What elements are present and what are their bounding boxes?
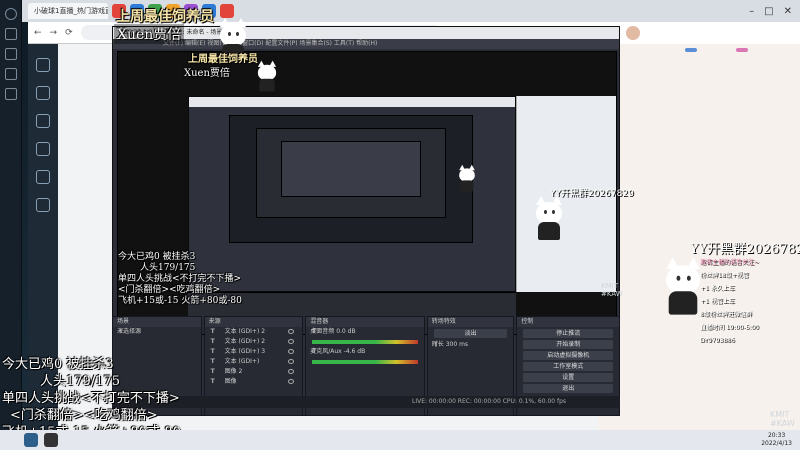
system-clock[interactable]: 20:33 2022/4/13 xyxy=(761,432,792,448)
app-logo-icon[interactable] xyxy=(5,8,17,20)
audio-meter-desktop xyxy=(312,340,418,344)
yy-group-nested: YY开黑群20267829 xyxy=(550,189,634,199)
close-icon[interactable]: ✕ xyxy=(784,6,792,17)
audio-meter-mic xyxy=(312,360,418,364)
window-icon[interactable] xyxy=(5,48,17,60)
watermark: KMIT #KAW xyxy=(770,410,795,428)
stat-line: 人头179/175 xyxy=(40,374,121,389)
start-icon[interactable] xyxy=(24,433,38,447)
stat-line: 今大已鸡0 被挂杀3 xyxy=(118,252,196,262)
nav-home-icon[interactable] xyxy=(36,58,50,72)
transition-header: 转场特效 xyxy=(427,317,514,327)
yy-group: YY开黑群20267829 xyxy=(690,242,800,257)
nav-cloud-icon[interactable] xyxy=(36,170,50,184)
eye-icon xyxy=(288,369,295,374)
sources-header: 来源 xyxy=(204,317,303,327)
minimize-icon[interactable]: – xyxy=(749,6,754,17)
mixer-channel-mic: 麦克风/Aux -4.6 dB xyxy=(306,347,424,357)
stop-stream-button[interactable]: 停止推流 xyxy=(523,329,613,338)
forward-icon[interactable]: → xyxy=(50,28,58,38)
transition-select[interactable]: 淡出 xyxy=(433,329,508,338)
info-line: 8级粉丝牌进微信群 xyxy=(700,311,752,318)
nav-game-icon[interactable] xyxy=(36,142,50,156)
clock-date: 2022/4/13 xyxy=(761,440,792,447)
badge xyxy=(735,48,748,52)
scenes-header: 场景 xyxy=(113,317,201,327)
transition-duration[interactable]: 时长 300 ms xyxy=(428,340,514,350)
info-line: +1 视管上车 xyxy=(700,298,735,305)
stats-overlay-nested: 今大已鸡0 被挂杀3 人头179/175 单四人头挑战<不打完不下播> <门杀翻… xyxy=(118,252,242,307)
controls-header: 控制 xyxy=(517,317,619,327)
banner-title: 上周最佳饲养员 xyxy=(116,9,214,25)
window-controls: – □ ✕ xyxy=(749,6,800,17)
obs-taskbar-icon[interactable] xyxy=(44,433,58,447)
source-row[interactable]: 文本 (GDI+) 2 xyxy=(205,327,303,337)
eye-icon xyxy=(288,329,295,334)
settings-button[interactable]: 设置 xyxy=(523,373,613,382)
exit-button[interactable]: 退出 xyxy=(523,384,613,393)
streamer-name-nested: Xuen贾倍 xyxy=(184,68,230,79)
stats-overlay: 今大已鸡0 被挂杀3 人头179/175 单四人头挑战<不打完不下播> <门杀翻… xyxy=(2,356,181,441)
stat-line: 人头179/175 xyxy=(140,263,196,273)
eye-icon xyxy=(288,379,295,384)
stat-line: 单四人头挑战<不打完不下播> xyxy=(2,391,180,406)
nav-follow-icon[interactable] xyxy=(36,86,50,100)
info-box: 邀请主播的语音关注~ 粉丝牌18级+视管 +1 永久上车 +1 视管上车 8级粉… xyxy=(700,256,800,347)
source-row[interactable]: 图像 xyxy=(205,377,303,387)
stat-line: 单四人头挑战<不打完不下播> xyxy=(118,274,242,284)
mixer-channel-desktop: 桌面音频 0.0 dB xyxy=(306,327,424,337)
source-row[interactable]: 文本 (GDI+) 2 xyxy=(205,337,303,347)
tab-1[interactable]: 小破球1直播_热门游戏直播... xyxy=(28,3,108,19)
source-row[interactable]: 图像 2 xyxy=(205,367,303,377)
info-line: 粉丝牌18级+视管 xyxy=(700,272,749,279)
info-line: +1 永久上车 xyxy=(700,285,735,292)
cat-mascot xyxy=(456,164,479,192)
taskbar: 20:33 2022/4/13 xyxy=(0,430,800,450)
stat-line: <门杀翻倍><吃鸡翻倍> xyxy=(10,408,158,423)
source-row[interactable]: 文本 (GDI+) 3 xyxy=(205,347,303,357)
mixer-header: 混音器 xyxy=(306,317,424,327)
badge xyxy=(684,48,697,52)
stat-line: 今大已鸡0 被挂杀3 xyxy=(2,357,114,372)
obs-menu-bar[interactable]: 文件(F) 编辑(E) 视图(V) 停靠窗口(D) 配置文件(P) 场景集合(S… xyxy=(113,39,619,49)
cat-mascot xyxy=(530,196,568,240)
start-recording-button[interactable]: 开始录制 xyxy=(523,340,613,349)
banner-title-nested: 上周最佳饲养员 xyxy=(188,54,258,65)
nav-shield-icon[interactable] xyxy=(36,198,50,212)
source-row[interactable]: 文本 (GDI+) xyxy=(205,357,303,367)
back-icon[interactable]: ← xyxy=(34,28,42,38)
obs-status-bar: LIVE: 00:00:00 REC: 00:00:00 CPU: 0.1%, … xyxy=(112,396,620,408)
streamer-name: Xuen贾倍 xyxy=(114,24,185,44)
nested-capture-3 xyxy=(256,128,446,218)
cat-mascot xyxy=(254,60,281,92)
nested-capture-4 xyxy=(281,141,421,197)
folder-icon[interactable] xyxy=(5,68,17,80)
eye-icon xyxy=(288,339,295,344)
virtual-camera-button[interactable]: 启动虚拟摄像机 xyxy=(523,351,613,360)
clock-time: 20:33 xyxy=(767,432,786,439)
eye-icon xyxy=(288,349,295,354)
list-icon[interactable] xyxy=(5,28,17,40)
info-line: 直播时间 19:00-5:00 xyxy=(700,324,759,331)
avatar[interactable] xyxy=(626,26,640,40)
stat-line: 飞机+15或-15 火箭+80或-80 xyxy=(118,296,242,306)
reload-icon[interactable]: ⟳ xyxy=(65,28,73,38)
stat-line: <门杀翻倍><吃鸡翻倍> xyxy=(118,285,221,295)
nav-category-icon[interactable] xyxy=(36,114,50,128)
grid-icon[interactable] xyxy=(5,88,17,100)
chat-panel xyxy=(598,22,800,432)
nested-capture-2 xyxy=(229,115,473,243)
obs-title-bar: OBS 27.1.3 - 配置文件: 未命名 - 场景: 未命名 xyxy=(113,27,619,39)
info-line: DY9793886 xyxy=(700,337,735,344)
eye-icon xyxy=(288,359,295,364)
watermark-nested: KMIT #KAW xyxy=(601,282,623,298)
studio-mode-button[interactable]: 工作室模式 xyxy=(523,362,613,371)
scene-placeholder: 未选择源 xyxy=(113,327,201,337)
app-red2-icon[interactable] xyxy=(220,4,234,18)
info-line: 邀请主播的语音关注~ xyxy=(700,259,760,266)
chat-header xyxy=(598,22,800,44)
maximize-icon[interactable]: □ xyxy=(764,6,773,17)
